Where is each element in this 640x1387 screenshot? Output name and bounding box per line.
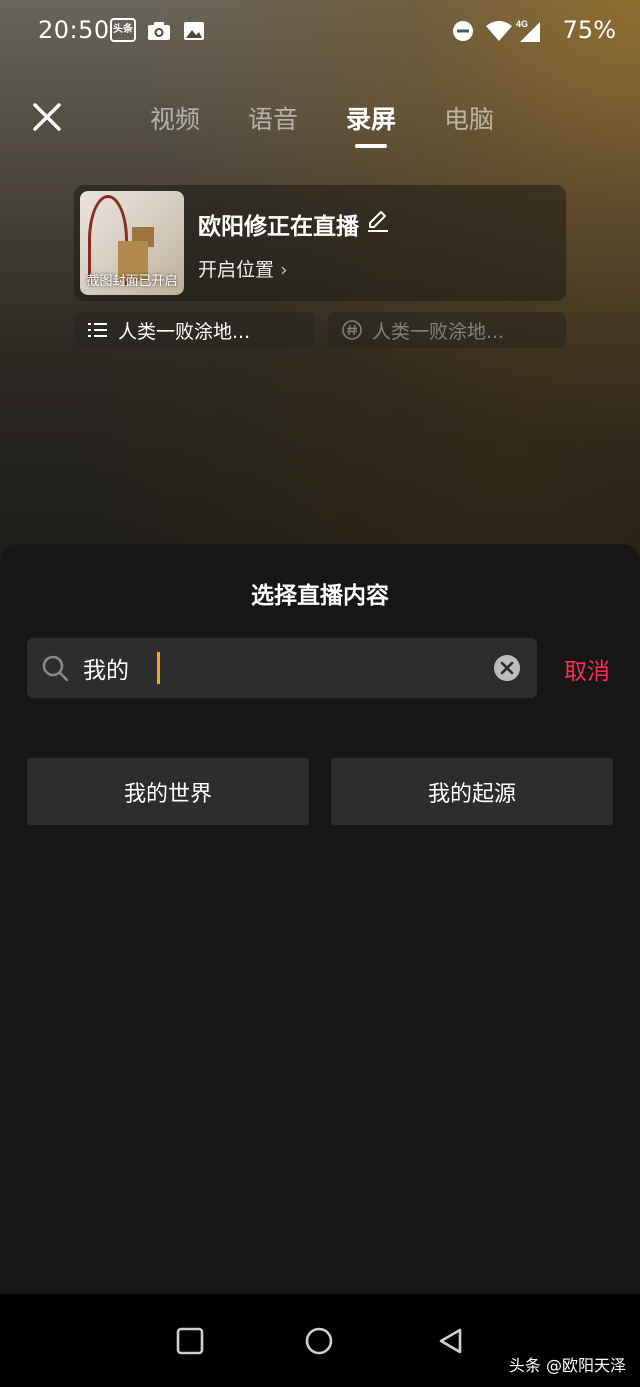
cover-thumbnail[interactable]: 截图封面已开启 [80,191,184,295]
chevron-right-icon: › [280,259,288,281]
clear-icon[interactable] [493,654,521,682]
system-nav-bar: 头条 @欧阳天泽 [0,1294,640,1387]
status-time: 20:50 [38,16,110,44]
camera-icon [146,18,172,44]
category-label: 人类一败涂地... [118,320,251,343]
search-input[interactable] [83,650,483,686]
tab-video[interactable]: 视频 [150,100,200,136]
image-icon [182,18,206,44]
tab-voice[interactable]: 语音 [248,100,298,136]
result-item[interactable]: 我的起源 [331,758,613,825]
location-label: 开启位置 [198,259,275,281]
svg-text:4G: 4G [516,19,528,29]
home-circle-icon[interactable] [304,1326,334,1356]
cancel-button[interactable]: 取消 [564,652,610,686]
toutiao-app-icon: 头条 [110,18,136,42]
status-bar: 20:50 头条 4G 75% [0,0,640,62]
close-button[interactable] [28,98,66,136]
list-icon [88,323,107,337]
text-caret [157,652,160,684]
wifi-icon [484,18,514,44]
watermark: 头条 @欧阳天泽 [508,1356,626,1375]
edit-icon[interactable] [366,209,390,233]
signal-4g-icon: 4G [514,18,544,44]
back-triangle-icon[interactable] [436,1326,466,1356]
recents-square-icon[interactable] [175,1326,205,1356]
hashtag-icon [342,320,362,340]
search-field[interactable] [27,638,537,698]
search-icon [42,655,69,682]
sheet-title: 选择直播内容 [251,583,389,609]
select-content-sheet: 选择直播内容 取消 我的世界 我的起源 [0,544,640,1294]
battery-level: 75% [562,16,616,44]
result-item[interactable]: 我的世界 [27,758,309,825]
close-icon [33,103,61,131]
topic-placeholder: 人类一败涂地... [372,320,505,343]
live-title[interactable]: 欧阳修正在直播 [198,207,359,241]
mode-tabs: 视频 语音 录屏 电脑 [150,100,494,136]
cover-label: 截图封面已开启 [86,274,178,289]
category-chip[interactable]: 人类一败涂地... [74,312,314,348]
tab-screen-record[interactable]: 录屏 [346,100,396,136]
tab-computer[interactable]: 电脑 [444,100,494,136]
topic-chip[interactable]: 人类一败涂地... [328,312,566,348]
do-not-disturb-icon [450,18,476,44]
location-toggle[interactable]: 开启位置 › [198,255,288,282]
live-info-card: 截图封面已开启 欧阳修正在直播 开启位置 › [74,185,566,301]
